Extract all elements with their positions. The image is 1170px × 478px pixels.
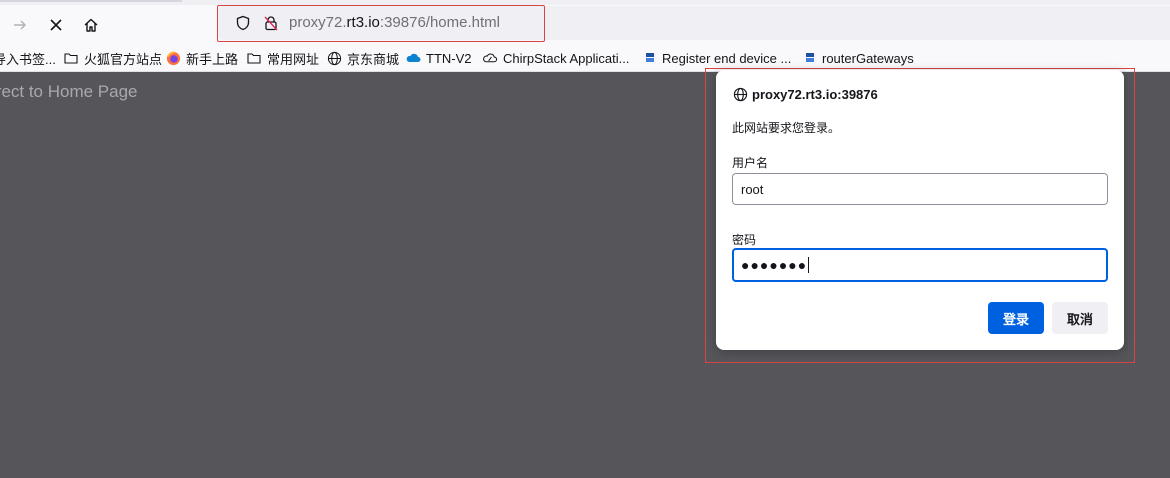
close-icon <box>50 19 62 31</box>
bookmark-folder-firefox-official[interactable]: 火狐官方站点 <box>63 49 162 67</box>
url-suffix: :39876/home.html <box>379 14 500 31</box>
arrow-right-icon <box>14 20 27 30</box>
home-button[interactable] <box>76 10 106 40</box>
bookmark-folder-common-sites[interactable]: 常用网址 <box>246 49 319 67</box>
bookmark-import[interactable]: 导入书签... <box>0 49 56 67</box>
ttn-icon <box>644 50 656 66</box>
stop-button[interactable] <box>41 10 71 40</box>
url-text[interactable]: proxy72.rt3.io:39876/home.html <box>289 14 500 31</box>
url-host: rt3.io <box>346 14 380 31</box>
text-caret <box>808 257 810 273</box>
bookmark-label: Register end device ... <box>662 50 792 66</box>
globe-icon <box>732 86 748 102</box>
navigation-bar: proxy72.rt3.io:39876/home.html <box>0 5 1170 43</box>
password-label: 密码 <box>732 233 757 247</box>
bookmark-label: 常用网址 <box>267 51 320 67</box>
folder-icon <box>246 50 262 66</box>
login-button[interactable]: 登录 <box>988 302 1044 334</box>
bookmark-label: TTN-V2 <box>426 50 472 66</box>
bookmark-label: 京东商城 <box>347 51 400 67</box>
ttn-icon <box>804 50 816 66</box>
bookmark-label: ChirpStack Applicati... <box>503 50 630 66</box>
page-heading: irect to Home Page <box>0 82 138 101</box>
dialog-title: proxy72.rt3.io:39876 <box>732 85 878 103</box>
bookmark-label: 新手上路 <box>186 51 239 67</box>
username-label: 用户名 <box>732 156 769 170</box>
chirpstack-icon <box>482 50 498 66</box>
cancel-button[interactable]: 取消 <box>1052 302 1108 334</box>
bookmark-chirpstack[interactable]: ChirpStack Applicati... <box>482 49 629 67</box>
tab-indicator <box>0 0 182 2</box>
insecure-lock-icon[interactable] <box>262 14 280 32</box>
home-icon <box>84 18 98 32</box>
cloud-icon <box>405 50 421 66</box>
username-input[interactable] <box>732 173 1108 205</box>
dialog-host: proxy72.rt3.io:39876 <box>752 86 878 102</box>
bookmark-register-end-device[interactable]: Register end device ... <box>644 49 791 67</box>
bookmark-label: 火狐官方站点 <box>84 51 163 67</box>
dialog-message: 此网站要求您登录。 <box>732 121 841 135</box>
password-mask: ●●●●●●● <box>741 257 808 273</box>
password-input[interactable]: ●●●●●●● <box>732 248 1108 282</box>
url-prefix: proxy72. <box>289 14 347 31</box>
login-dialog: proxy72.rt3.io:39876 此网站要求您登录。 用户名 密码 ●●… <box>716 70 1124 350</box>
bookmark-jd[interactable]: 京东商城 <box>326 49 399 67</box>
folder-icon <box>63 50 79 66</box>
forward-button[interactable] <box>5 10 35 40</box>
tracking-protection-shield-icon[interactable] <box>234 14 252 32</box>
bookmark-ttn-v2[interactable]: TTN-V2 <box>405 49 472 67</box>
globe-icon <box>326 50 342 66</box>
bookmark-router-gateways[interactable]: routerGateways <box>804 49 914 67</box>
bookmark-getting-started[interactable]: 新手上路 <box>165 49 238 67</box>
bookmark-label: routerGateways <box>822 50 914 66</box>
firefox-icon <box>165 50 181 66</box>
bookmark-label: 导入书签... <box>0 51 56 67</box>
